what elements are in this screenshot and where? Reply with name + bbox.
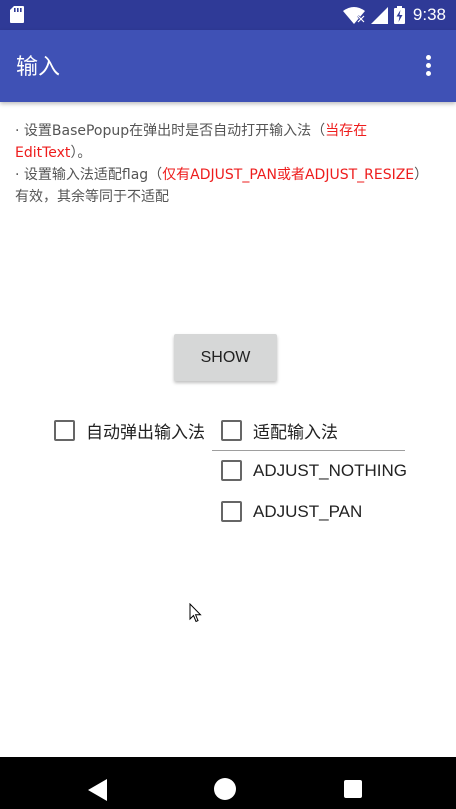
checkbox-box[interactable] — [54, 420, 75, 441]
checkbox-box[interactable] — [221, 420, 242, 441]
desc-line2-highlight: 仅有ADJUST_PAN或者ADJUST_RESIZE — [162, 167, 415, 183]
signal-icon — [370, 6, 388, 24]
divider — [212, 450, 405, 451]
mouse-cursor-icon — [189, 603, 202, 623]
back-icon[interactable] — [88, 779, 108, 801]
overflow-menu-icon[interactable] — [416, 52, 440, 80]
app-bar: 输入 — [0, 30, 456, 102]
sd-card-icon — [10, 6, 24, 23]
desc-line1-prefix: · 设置BasePopup在弹出时是否自动打开输入法（ — [15, 123, 326, 139]
battery-charging-icon — [393, 6, 405, 24]
adjust-nothing-label: ADJUST_NOTHING — [253, 460, 407, 480]
status-bar: 9:38 — [0, 0, 456, 30]
status-time: 9:38 — [412, 5, 446, 24]
checkbox-box[interactable] — [221, 501, 242, 522]
auto-popup-checkbox[interactable]: 自动弹出输入法 — [54, 418, 205, 443]
status-icons: 9:38 — [342, 0, 446, 30]
adjust-pan-checkbox[interactable]: ADJUST_PAN — [221, 501, 362, 522]
adapt-input-label: 适配输入法 — [253, 423, 338, 443]
recents-icon[interactable] — [344, 780, 362, 798]
checkbox-box[interactable] — [221, 460, 242, 481]
desc-line1-suffix: ）。 — [70, 145, 92, 161]
home-icon[interactable] — [214, 778, 236, 800]
description-text: · 设置BasePopup在弹出时是否自动打开输入法（当存在EditText）。… — [15, 120, 435, 208]
show-button[interactable]: SHOW — [174, 334, 277, 381]
auto-popup-label: 自动弹出输入法 — [86, 423, 205, 443]
wifi-icon — [342, 6, 365, 24]
page-title: 输入 — [16, 55, 61, 80]
desc-line2-prefix: · 设置输入法适配flag（ — [15, 167, 163, 183]
adapt-input-checkbox[interactable]: 适配输入法 — [221, 418, 338, 443]
adjust-nothing-checkbox[interactable]: ADJUST_NOTHING — [221, 460, 407, 481]
adjust-pan-label: ADJUST_PAN — [253, 501, 363, 521]
